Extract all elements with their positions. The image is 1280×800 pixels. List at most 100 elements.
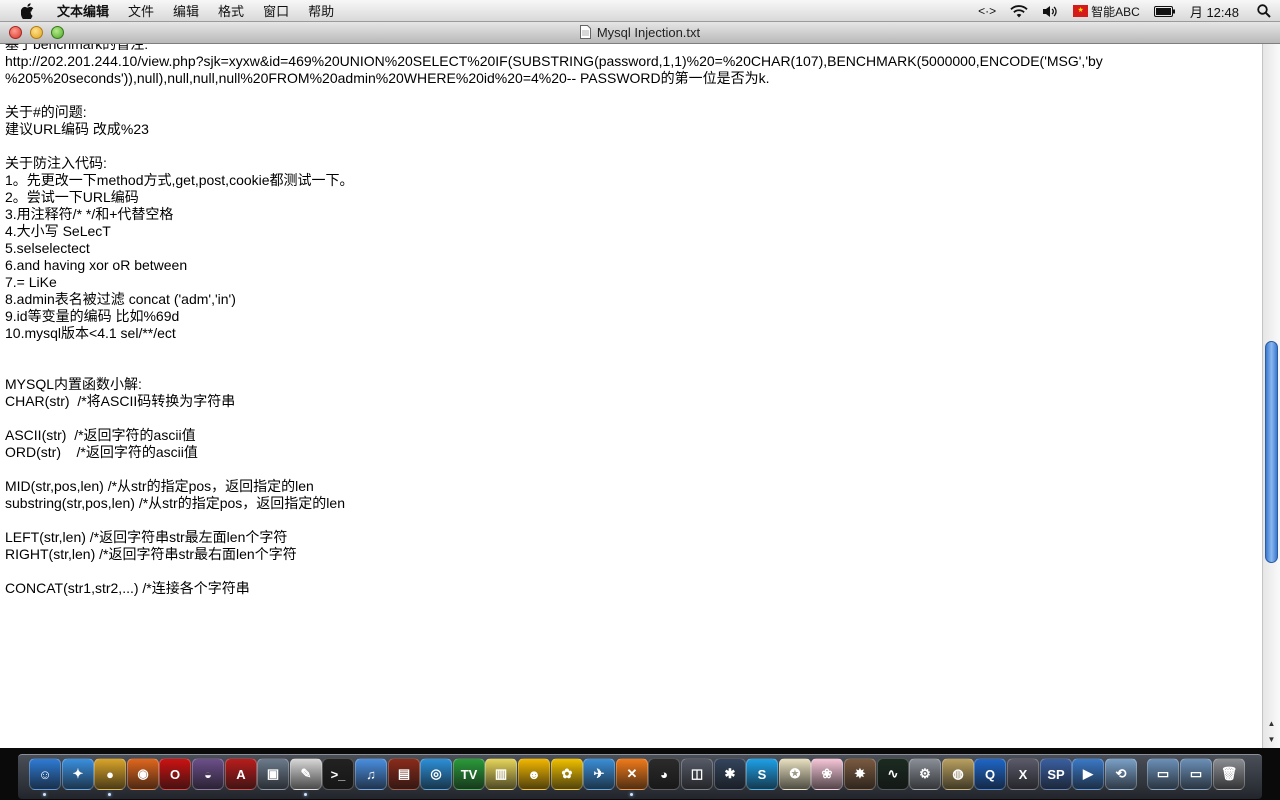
text-line: RIGHT(str,len) /*返回字符串str最右面len个字符 (5, 546, 297, 562)
adium-duck-icon[interactable]: ✪ (779, 758, 811, 790)
clock[interactable]: 月 12:48 (1190, 2, 1239, 21)
text-line (5, 359, 1103, 376)
menu-file[interactable]: 文件 (128, 1, 154, 20)
text-line: CONCAT(str1,str2,...) /*连接各个字符串 (5, 580, 250, 596)
text-line: 3.用注释符/* */和+代替空格 (5, 206, 174, 222)
time-machine-icon[interactable]: ⟲ (1105, 758, 1137, 790)
quicktime-player-icon[interactable]: ▶ (1072, 758, 1104, 790)
china-flag-icon: ★ (1073, 5, 1089, 17)
documents-folder-icon[interactable]: ▭ (1180, 758, 1212, 790)
menu-window[interactable]: 窗口 (263, 1, 289, 20)
terminal-icon[interactable]: >_ (322, 758, 354, 790)
text-line: 建议URL编码 改成%23 (5, 121, 149, 137)
text-line: 10.mysql版本<4.1 sel/**/ect (5, 325, 176, 341)
text-editor[interactable]: 基于benchmark的盲注: http://202.201.244.10/vie… (0, 44, 1262, 748)
text-line (5, 342, 1103, 359)
finder-icon[interactable]: ☺ (29, 758, 61, 790)
app-menu[interactable]: 文本编辑 (57, 1, 109, 20)
text-line: 基于benchmark的盲注: (5, 44, 149, 52)
network-arrows-icon[interactable]: <·> (978, 4, 996, 18)
text-line: ASCII(str) /*返回字符的ascii值 (5, 427, 196, 443)
photo-booth-icon[interactable]: ◫ (681, 758, 713, 790)
apple-menu-icon[interactable] (16, 2, 38, 19)
text-line: 4.大小写 SeLecT (5, 223, 111, 239)
text-line: 2。尝试一下URL编码 (5, 189, 139, 205)
document-text[interactable]: 基于benchmark的盲注: http://202.201.244.10/vie… (5, 44, 1103, 597)
menu-bar: 文本编辑 文件 编辑 格式 窗口 帮助 <·> ★ 智能ABC 月 12:48 (0, 0, 1280, 22)
text-line: substring(str,pos,len) /*从str的指定pos，返回指定… (5, 495, 345, 511)
duck-icon[interactable]: ✿ (551, 758, 583, 790)
text-line (5, 461, 1103, 478)
running-indicator (304, 793, 307, 796)
notes-icon[interactable]: ▥ (485, 758, 517, 790)
skype-icon[interactable]: S (746, 758, 778, 790)
books-icon[interactable]: ▤ (388, 758, 420, 790)
scrollbar-thumb[interactable] (1265, 341, 1278, 563)
quicktime-icon[interactable]: Q (974, 758, 1006, 790)
text-line: CHAR(str) /*将ASCII码转换为字符串 (5, 393, 236, 409)
text-line: ORD(str) /*返回字符的ascii值 (5, 444, 198, 460)
textedit-window: Mysql Injection.txt 基于benchmark的盲注: http:… (0, 22, 1280, 748)
plane-icon[interactable]: ✈ (583, 758, 615, 790)
hedgehog-icon[interactable]: ✸ (844, 758, 876, 790)
menu-help[interactable]: 帮助 (308, 1, 334, 20)
text-line: 7.= LiKe (5, 274, 57, 290)
input-method-menu[interactable]: ★ 智能ABC (1073, 3, 1140, 20)
text-line: %205%20seconds')),null),null,null,null%2… (5, 70, 770, 86)
acrobat-icon[interactable]: A (225, 758, 257, 790)
safari-icon[interactable]: ✦ (62, 758, 94, 790)
text-line: 8.admin表名被过滤 concat ('adm','in') (5, 291, 236, 307)
document-icon (579, 25, 591, 39)
mac-os-x-icon[interactable]: X (1007, 758, 1039, 790)
text-line: 1。先更改一下method方式,get,post,cookie都测试一下。 (5, 172, 354, 188)
battery-icon[interactable] (1153, 5, 1176, 17)
scroll-up-arrow-icon[interactable]: ▲ (1263, 716, 1280, 730)
itunes-icon[interactable]: ♫ (355, 758, 387, 790)
xampp-icon[interactable]: ✕ (616, 758, 648, 790)
scroll-down-arrow-icon[interactable]: ▼ (1263, 732, 1280, 746)
text-line (5, 87, 1103, 104)
chrome-icon[interactable]: ● (94, 758, 126, 790)
sp-icon[interactable]: SP (1040, 758, 1072, 790)
menu-edit[interactable]: 编辑 (173, 1, 199, 20)
wifi-icon[interactable] (1010, 4, 1028, 18)
text-line (5, 410, 1103, 427)
tor-icon[interactable]: ◒ (192, 758, 224, 790)
preview-icon[interactable]: ▣ (257, 758, 289, 790)
opera-icon[interactable]: O (159, 758, 191, 790)
text-line: http://202.201.244.10/view.php?sjk=xyxw&… (5, 53, 1103, 69)
qq-browser-icon[interactable]: ◎ (420, 758, 452, 790)
activity-monitor-icon[interactable]: ∿ (877, 758, 909, 790)
input-method-label: 智能ABC (1091, 4, 1140, 19)
disk-utility-icon[interactable]: ◍ (942, 758, 974, 790)
system-preferences-icon[interactable]: ⚙ (909, 758, 941, 790)
running-indicator (43, 793, 46, 796)
sakura-icon[interactable]: ❀ (811, 758, 843, 790)
text-line: MYSQL内置函数小解: (5, 376, 142, 392)
text-line (5, 512, 1103, 529)
text-line: LEFT(str,len) /*返回字符串str最左面len个字符 (5, 529, 288, 545)
text-line (5, 138, 1103, 155)
qq-icon[interactable]: ◕ (648, 758, 680, 790)
text-line: 关于防注入代码: (5, 155, 107, 171)
tvu-icon[interactable]: TV (453, 758, 485, 790)
text-line: 6.and having xor oR between (5, 257, 188, 273)
text-line: MID(str,pos,len) /*从str的指定pos，返回指定的len (5, 478, 314, 494)
imovie-icon[interactable]: ✱ (714, 758, 746, 790)
text-line: 关于#的问题: (5, 104, 87, 120)
trash-icon[interactable]: 🗑 (1213, 758, 1245, 790)
text-line: 9.id等变量的编码 比如%69d (5, 308, 180, 324)
text-line (5, 563, 1103, 580)
dock: ☺ ✦ ● ◉ O ◒ A ▣ ✎ >_ ♫ ▤ ◎ TV ▥ ☻ ✿ ✈ ✕ ◕ ◫ ✱ S ✪ ❀ ✸ ∿ ⚙ ◍ Q X SP ▶ ⟲ ▭ ▭ 🗑 (0, 748, 1280, 800)
title-bar[interactable]: Mysql Injection.txt (0, 22, 1280, 44)
adium-icon[interactable]: ☻ (518, 758, 550, 790)
firefox-icon[interactable]: ◉ (127, 758, 159, 790)
applications-folder-icon[interactable]: ▭ (1147, 758, 1179, 790)
menu-format[interactable]: 格式 (218, 1, 244, 20)
running-indicator (630, 793, 633, 796)
textedit-icon[interactable]: ✎ (290, 758, 322, 790)
window-title: Mysql Injection.txt (596, 25, 701, 40)
vertical-scrollbar[interactable]: ▲ ▼ (1262, 44, 1280, 748)
spotlight-icon[interactable] (1257, 4, 1271, 18)
volume-icon[interactable] (1042, 5, 1059, 18)
